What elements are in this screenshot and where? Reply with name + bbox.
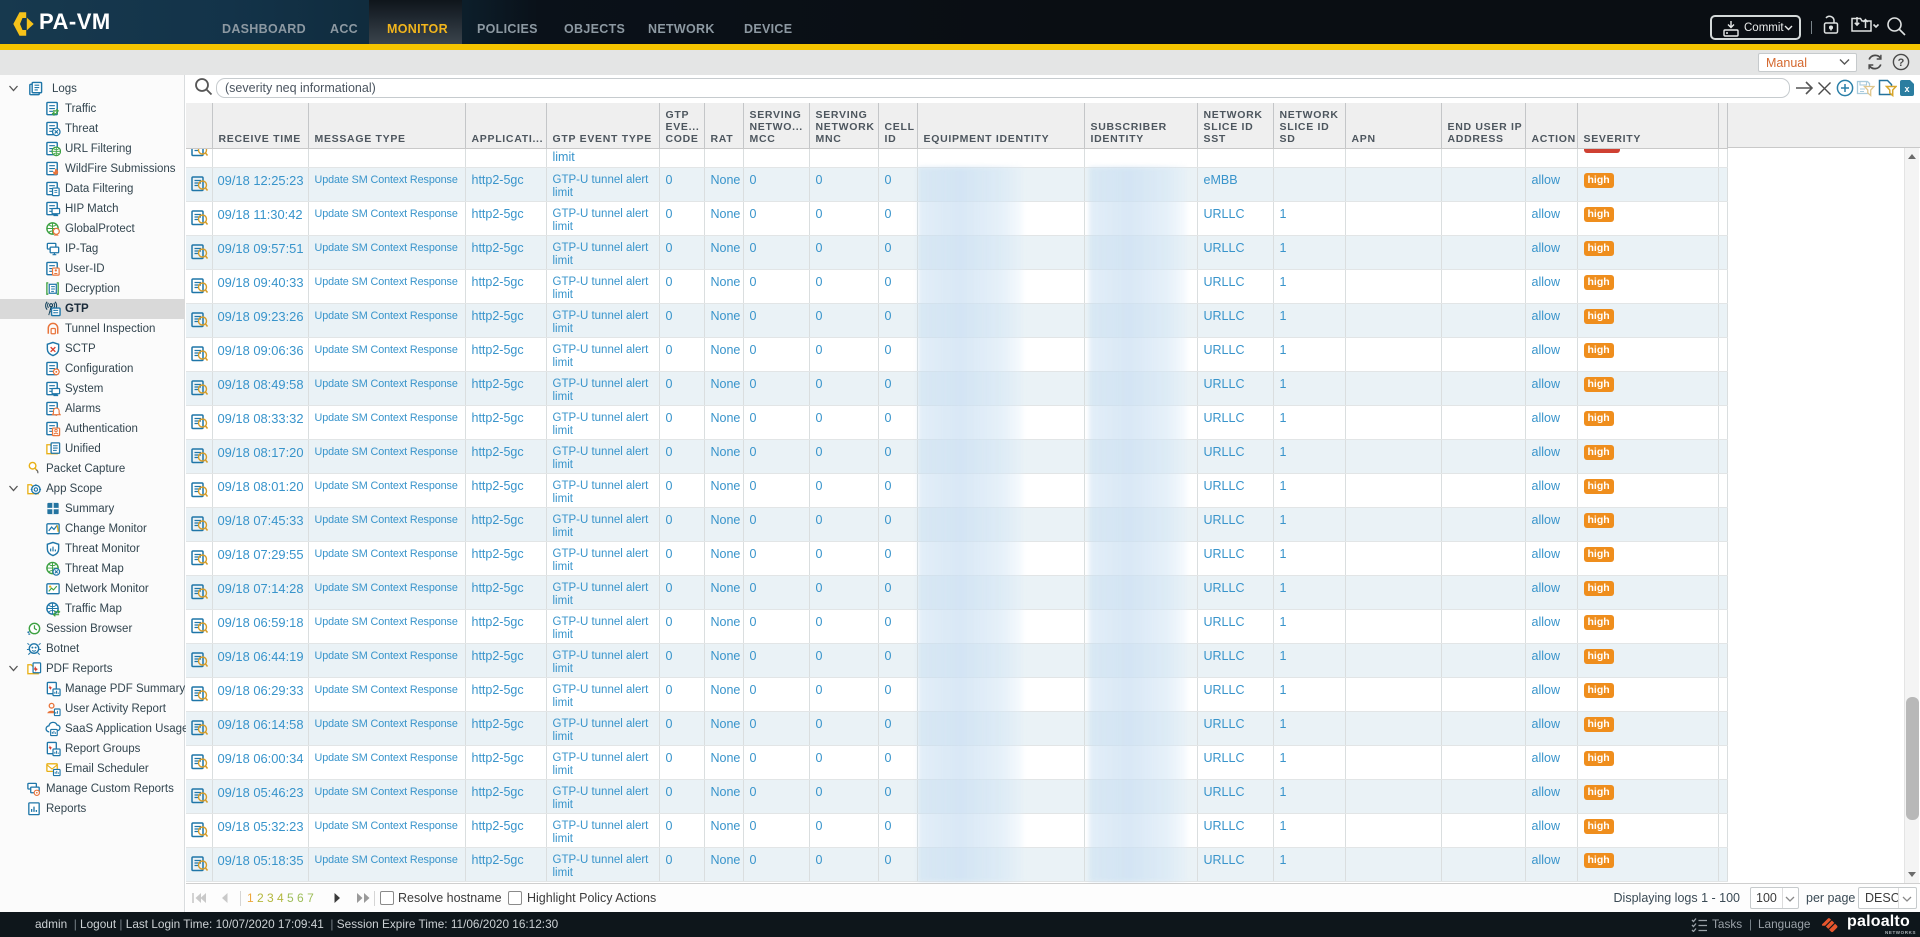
svg-text:?: ? [1898,57,1905,69]
svg-text:x: x [1904,84,1909,94]
